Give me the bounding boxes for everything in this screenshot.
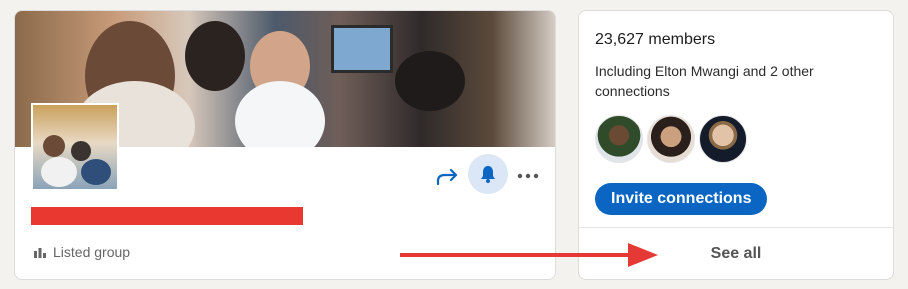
listed-group-label: Listed group <box>53 244 131 260</box>
bell-icon <box>481 166 495 183</box>
connection-avatar[interactable] <box>647 115 695 163</box>
members-card: 23,627 members Including Elton Mwangi an… <box>578 10 894 280</box>
listed-group-badge: Listed group <box>33 244 130 260</box>
notification-bell-button[interactable] <box>468 154 508 194</box>
more-options-icon[interactable] <box>515 163 541 189</box>
annotation-arrow-icon <box>400 243 658 267</box>
connection-avatar[interactable] <box>595 115 643 163</box>
connection-avatar[interactable] <box>699 115 747 163</box>
connections-summary: Including Elton Mwangi and 2 other conne… <box>595 63 814 99</box>
invite-connections-button[interactable]: Invite connections <box>595 183 768 215</box>
share-icon[interactable] <box>433 163 463 193</box>
redacted-group-name <box>31 207 303 225</box>
group-card: Listed group <box>14 10 556 280</box>
chart-bars-icon <box>34 248 46 258</box>
members-count: 23,627 members <box>595 31 716 48</box>
group-logo-thumbnail <box>31 103 119 191</box>
